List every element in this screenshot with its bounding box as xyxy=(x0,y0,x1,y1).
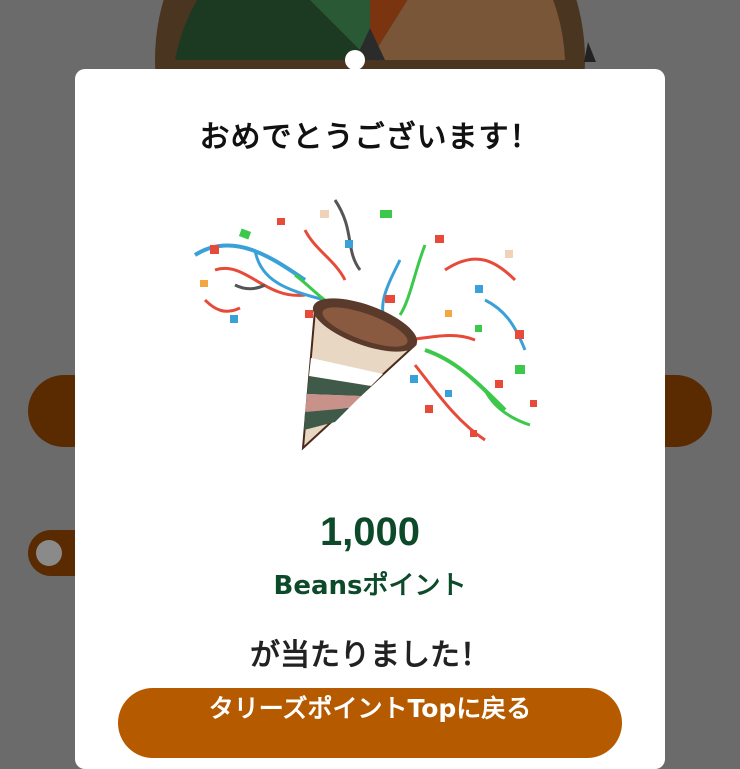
congratulations-title: おめでとうございます！ xyxy=(199,120,541,155)
points-unit: Beansポイント xyxy=(273,571,467,601)
cta-button-label: タリーズポイントTopに戻る xyxy=(208,694,532,723)
party-popper-icon xyxy=(193,199,537,451)
back-to-tullys-points-top-button[interactable]: タリーズポイントTopに戻る xyxy=(118,688,622,758)
points-amount: 1,000 xyxy=(319,510,421,554)
won-message: が当たりました！ xyxy=(250,638,490,673)
